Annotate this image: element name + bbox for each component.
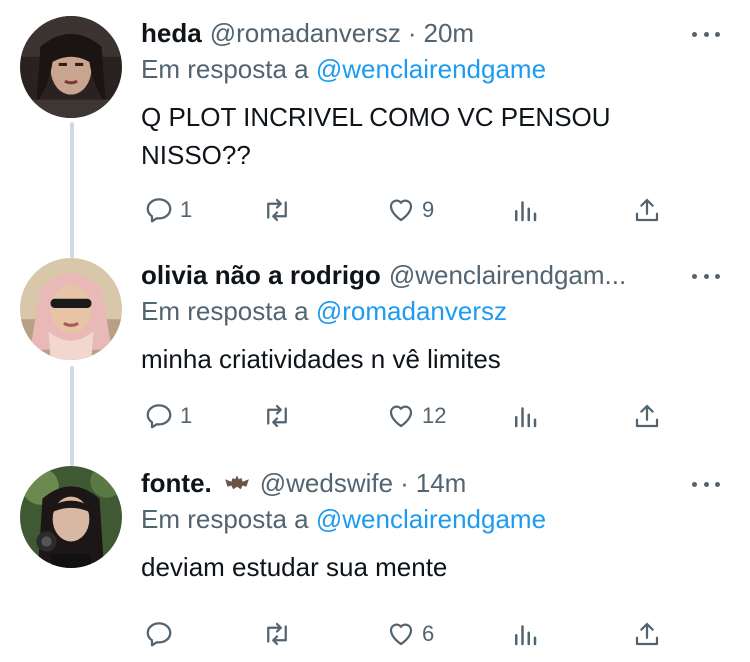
reply-icon — [146, 198, 172, 223]
retweet-icon — [267, 404, 287, 428]
reply-count: 1 — [180, 403, 193, 428]
reply-button[interactable]: 1 — [144, 192, 192, 228]
more-icon[interactable] — [692, 474, 720, 494]
retweet-button[interactable] — [262, 616, 298, 652]
like-button[interactable]: 9 — [386, 192, 434, 228]
reply-icon — [146, 404, 172, 429]
analytics-icon — [515, 625, 537, 646]
reply-context: Em resposta a @wenclairendgame — [141, 502, 546, 536]
like-count: 9 — [422, 197, 435, 222]
avatar[interactable] — [20, 16, 122, 118]
tweet[interactable]: heda @romadanversz · 20m Em resposta a @… — [0, 16, 750, 236]
username[interactable]: @wedswife — [260, 466, 393, 500]
avatar-image — [20, 16, 122, 118]
tweet-text: deviam estudar sua mente — [141, 552, 448, 582]
reply-mention-link[interactable]: @wenclairendgame — [316, 504, 546, 534]
avatar[interactable] — [20, 466, 122, 568]
avatar-image — [20, 466, 122, 568]
reply-mention-link[interactable]: @wenclairendgame — [316, 54, 546, 84]
like-icon — [389, 623, 413, 646]
avatar-image — [20, 258, 122, 360]
like-icon — [389, 199, 413, 222]
analytics-button[interactable] — [510, 616, 540, 652]
tweet-header: olivia não a rodrigo @wenclairendgam... — [141, 258, 680, 292]
like-icon — [389, 405, 413, 428]
like-button[interactable]: 12 — [386, 398, 446, 434]
analytics-icon — [515, 201, 537, 222]
tweet[interactable]: olivia não a rodrigo @wenclairendgam... … — [0, 258, 750, 438]
avatar[interactable] — [20, 258, 122, 360]
share-button[interactable] — [632, 398, 662, 434]
timestamp[interactable]: 14m — [416, 466, 467, 500]
reply-mention-link[interactable]: @romadanversz — [316, 296, 507, 326]
bat-emoji-icon — [222, 468, 252, 498]
username[interactable]: @wenclairendgam... — [389, 258, 626, 292]
like-count: 12 — [422, 403, 447, 428]
reply-context: Em resposta a @romadanversz — [141, 294, 507, 328]
username[interactable]: @romadanversz — [210, 16, 401, 50]
reply-prefix: Em resposta a — [141, 504, 309, 534]
display-name[interactable]: fonte. — [141, 466, 212, 500]
retweet-icon — [267, 198, 287, 222]
tweet-text: minha criatividades n vê limites — [141, 344, 501, 374]
analytics-icon — [515, 407, 537, 428]
like-button[interactable]: 6 — [386, 616, 434, 652]
analytics-button[interactable] — [510, 398, 540, 434]
reply-button[interactable] — [144, 616, 180, 652]
share-icon — [635, 404, 659, 428]
reply-button[interactable]: 1 — [144, 398, 192, 434]
display-name[interactable]: olivia não a rodrigo — [141, 258, 381, 292]
reply-prefix: Em resposta a — [141, 54, 309, 84]
separator: · — [400, 468, 409, 498]
reply-icon — [146, 622, 172, 647]
share-icon — [635, 198, 659, 222]
tweet-text: Q PLOT INCRIVEL COMO VC PENSOU NISSO?? — [141, 102, 611, 170]
share-icon — [635, 622, 659, 646]
retweet-icon — [267, 622, 287, 646]
like-count: 6 — [422, 621, 435, 646]
separator: · — [407, 18, 417, 48]
share-button[interactable] — [632, 616, 662, 652]
retweet-button[interactable] — [262, 398, 298, 434]
reply-count: 1 — [180, 197, 193, 222]
share-button[interactable] — [632, 192, 662, 228]
more-icon[interactable] — [692, 266, 720, 286]
action-bar: 6 — [0, 616, 750, 652]
reply-context: Em resposta a @wenclairendgame — [141, 52, 546, 86]
display-name[interactable]: heda — [141, 16, 202, 50]
analytics-button[interactable] — [510, 192, 540, 228]
retweet-button[interactable] — [262, 192, 298, 228]
tweet-header: heda @romadanversz · 20m — [141, 16, 680, 50]
tweet-header: fonte. @wedswife · 14m — [141, 466, 680, 500]
action-bar: 1 12 — [0, 398, 750, 434]
reply-prefix: Em resposta a — [141, 296, 309, 326]
more-icon[interactable] — [692, 24, 720, 44]
tweet[interactable]: fonte. @wedswife · 14m Em resposta a @we… — [0, 466, 750, 656]
timestamp[interactable]: 20m — [424, 16, 475, 50]
action-bar: 1 9 — [0, 192, 750, 228]
